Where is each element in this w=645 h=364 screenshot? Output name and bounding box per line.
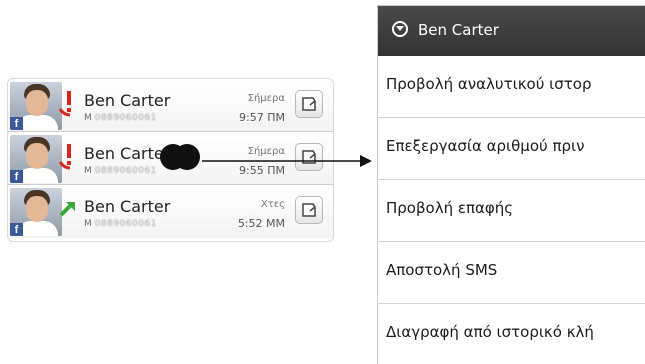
menu-item-label: Προβολή αναλυτικού ιστορ: [386, 75, 592, 93]
menu-collapse-icon: [392, 21, 408, 37]
context-menu: Ben Carter Προβολή αναλυτικού ιστορ Επεξ…: [377, 5, 645, 364]
menu-item-label: Διαγραφή από ιστορικό κλή: [386, 323, 594, 341]
menu-item-view-history[interactable]: Προβολή αναλυτικού ιστορ: [378, 56, 645, 118]
contact-name: Ben Carter: [84, 91, 171, 110]
call-time: 5:52 ΜΜ: [237, 217, 285, 230]
menu-item-send-sms[interactable]: Αποστολή SMS: [378, 242, 645, 304]
call-day: Σήμερα: [247, 93, 285, 104]
tap-indicator-icon: [160, 144, 200, 170]
call-time: 9:57 ΠΜ: [239, 111, 285, 124]
phone-number: M 0889060061: [84, 113, 157, 123]
menu-item-label: Αποστολή SMS: [386, 261, 498, 279]
contact-name: Ben Carter: [84, 197, 171, 216]
call-log-row[interactable]: f Ben Carter M 0889060061 Σήμερα 9:57 ΠΜ: [8, 79, 333, 132]
contact-name: Ben Carte: [84, 144, 164, 163]
outgoing-call-icon: [59, 202, 75, 217]
callout-arrow: [202, 155, 372, 167]
facebook-badge-icon: f: [10, 170, 23, 183]
contact-avatar[interactable]: f: [10, 135, 62, 183]
menu-item-label: Επεξεργασία αριθμού πριν: [386, 137, 585, 155]
menu-item-label: Προβολή επαφής: [386, 199, 514, 217]
sms-button-icon: [302, 97, 316, 111]
facebook-badge-icon: f: [10, 117, 23, 130]
sms-button[interactable]: [295, 90, 323, 118]
missed-call-icon: [58, 91, 71, 117]
menu-item-view-contact[interactable]: Προβολή επαφής: [378, 180, 645, 242]
contact-avatar[interactable]: f: [10, 188, 62, 236]
contact-avatar[interactable]: f: [10, 82, 62, 130]
phone-number: M 0889060061: [84, 166, 157, 176]
sms-button-icon: [302, 203, 316, 217]
menu-item-delete-from-log[interactable]: Διαγραφή από ιστορικό κλή: [378, 304, 645, 364]
context-menu-header: Ben Carter: [378, 6, 645, 56]
facebook-badge-icon: f: [10, 223, 23, 236]
missed-call-icon: [58, 144, 71, 170]
menu-item-edit-number[interactable]: Επεξεργασία αριθμού πριν: [378, 118, 645, 180]
call-log-row[interactable]: f Ben Carter M 0889060061 Χτες 5:52 ΜΜ: [8, 185, 333, 238]
phone-number: M 0889060061: [84, 219, 157, 229]
call-day: Χτες: [260, 199, 285, 210]
context-menu-title: Ben Carter: [418, 21, 499, 39]
sms-button[interactable]: [295, 196, 323, 224]
